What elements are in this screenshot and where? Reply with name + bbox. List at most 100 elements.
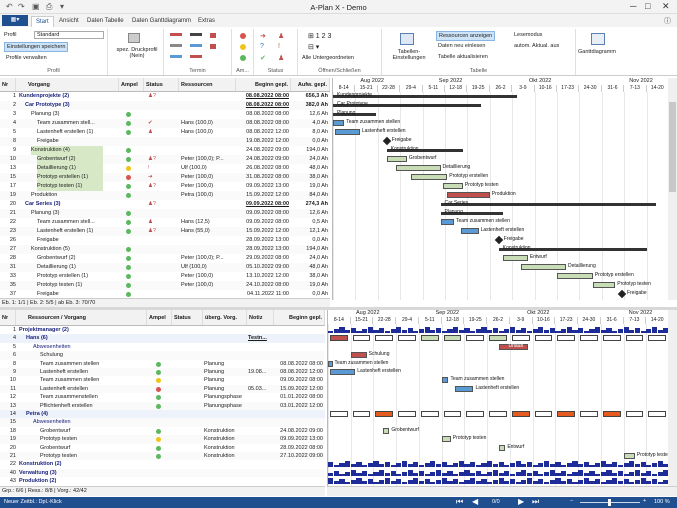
task-bar[interactable] (335, 129, 360, 135)
status-icon[interactable]: ♟? (148, 155, 178, 164)
bottom-row-6[interactable]: 6 Schulung (0, 351, 325, 360)
termin-bar-icon-2[interactable] (190, 33, 202, 36)
top-row-28[interactable]: 28 Grobentwurf (2) Peter (100,0); P... 29.0… (0, 254, 330, 263)
task-bar[interactable] (623, 453, 635, 459)
ampel-dot-icon[interactable] (126, 193, 131, 198)
resource-task-name[interactable]: Team zusammen stellen (40, 376, 137, 384)
resource-task-name[interactable]: Lastenheft erstellen (40, 368, 137, 376)
top-row-21[interactable]: 21 Planung (3) 09.09.2022 08:00 12,6 Ah (0, 209, 330, 218)
task-bar[interactable] (455, 385, 474, 392)
status-check-icon[interactable]: ✔ (260, 54, 266, 62)
ampel-dot-icon[interactable] (156, 403, 161, 409)
tab-ansicht[interactable]: Ansicht (55, 16, 83, 27)
task-name[interactable]: Kundenprojekte (2) (19, 92, 103, 101)
bottom-row-12[interactable]: 12 Team zusammenstellen Planungsphase 01.01… (0, 393, 325, 402)
task-bar[interactable] (333, 120, 345, 126)
task-bar[interactable] (382, 427, 390, 434)
bottom-row-14[interactable]: 14 Petra (4) (0, 410, 325, 419)
top-row-13[interactable]: 13 Detaillierung (1)! Ulf (100,0) 26.08.202… (0, 164, 330, 173)
availability-cell[interactable] (352, 411, 371, 417)
resource-task-name[interactable]: Verwaltung (3) (19, 469, 137, 477)
task-bar[interactable] (441, 377, 449, 384)
resource-task-name[interactable]: Grobentwurf (40, 427, 137, 435)
availability-cell[interactable] (489, 335, 507, 342)
availability-cell[interactable] (375, 335, 394, 342)
task-bar[interactable] (350, 352, 367, 359)
ampel-dot-icon[interactable] (156, 395, 161, 401)
availability-cell[interactable] (466, 411, 485, 417)
tab-daten-gantt[interactable]: Daten Ganttdiagramm (128, 16, 195, 27)
ampel-dot-icon[interactable] (126, 184, 131, 189)
ampel-dot-icon[interactable] (126, 292, 131, 297)
nav-last-icon[interactable]: ⏭ (532, 497, 539, 507)
status-warning-icon[interactable]: ♟ (278, 54, 284, 62)
termin-bar-icon-1[interactable] (170, 33, 182, 36)
resource-task-name[interactable]: Schulung (40, 351, 137, 359)
termin-bar-icon-5[interactable] (170, 55, 182, 58)
col-ampel[interactable]: Ampel (119, 78, 144, 91)
task-name[interactable]: Car Prototype (3) (25, 101, 103, 110)
availability-cell[interactable] (580, 335, 598, 342)
availability-cell[interactable] (375, 411, 394, 417)
task-name[interactable]: Prototyp erstellen (1) (37, 173, 103, 182)
col-beginn-bottom[interactable]: Beginn gepl. (274, 310, 325, 325)
ampel-dot-icon[interactable] (126, 148, 131, 153)
top-row-10[interactable]: 10 Grobentwurf (2) ♟? Peter (100,0); P... 24… (0, 155, 330, 164)
col-resource-task[interactable]: Ressourcen / Vorgang (16, 310, 147, 325)
task-name[interactable]: Prototyp testen (1) (37, 182, 103, 191)
task-bar[interactable] (395, 165, 441, 171)
availability-cell[interactable] (398, 411, 416, 417)
ampel-dot-icon[interactable] (126, 157, 131, 162)
top-gantt-chart[interactable]: Aug 2022 Sep 2022 Okt 2022 Nov 2022 8-14 15-2… (332, 78, 668, 300)
top-row-4[interactable]: 4 Team zusammen stell... ✔ Hans (100,0) 08.0… (0, 119, 330, 128)
ampel-green-icon[interactable] (240, 55, 246, 61)
top-row-20[interactable]: 20 Car Series (3) ♟? 09.09.2022 08:00 274,3 … (0, 200, 330, 209)
ampel-dot-icon[interactable] (156, 454, 161, 459)
top-row-19[interactable]: 19 Produktion Petra (100,0) 15.09.2022 12:0… (0, 191, 330, 200)
bottom-row-15[interactable]: 15 Abwesenheiten (0, 418, 325, 427)
bottom-row-21[interactable]: 21 Prototyp testen Konstruktion 27.10.2022 … (0, 452, 325, 461)
availability-cell[interactable] (580, 411, 598, 417)
ampel-dot-icon[interactable] (156, 378, 161, 384)
task-bar[interactable] (498, 444, 506, 451)
task-name[interactable]: Lastenheft erstellen (1) (37, 128, 103, 137)
availability-cell[interactable] (557, 335, 576, 342)
resource-task-name[interactable]: Hans (6) (26, 334, 137, 342)
availability-cell[interactable] (466, 335, 485, 342)
task-bar[interactable] (460, 228, 479, 234)
bottom-row-5[interactable]: 5 Abwesenheiten (0, 342, 325, 352)
bottom-scrollbar[interactable] (668, 310, 677, 486)
top-scrollbar[interactable] (668, 78, 677, 300)
zoom-slider-thumb[interactable] (608, 499, 611, 506)
task-name[interactable]: Freigabe (37, 236, 103, 245)
status-icon[interactable]: ♟? (148, 227, 178, 236)
col-ressourcen[interactable]: Ressourcen (179, 78, 236, 91)
task-bar[interactable] (440, 219, 454, 225)
top-row-1[interactable]: 1 Kundenprojekte (2) ♟? 08.08.2022 08:00 656… (0, 92, 330, 101)
task-bar[interactable] (328, 360, 333, 367)
tab-extras[interactable]: Extras (194, 16, 219, 27)
gantt-button[interactable]: Ganttdiagramm (578, 49, 616, 55)
ampel-red-icon[interactable] (240, 33, 246, 39)
show-resources-button[interactable]: Ressourcen anzeigen (436, 31, 496, 41)
task-name[interactable]: Freigabe (37, 290, 103, 298)
summary-bar[interactable] (440, 203, 656, 206)
top-row-3[interactable]: 3 Planung (3) 08.08.2022 08:00 12,6 Ah (0, 110, 330, 119)
bottom-row-4[interactable]: 4 Hans (6) Testn... (0, 334, 325, 343)
task-bar[interactable] (447, 192, 490, 198)
bottom-row-18[interactable]: 18 Grobentwurf Konstruktion 24.08.2022 09:0… (0, 426, 325, 436)
task-bar[interactable] (330, 369, 356, 375)
status-icon[interactable]: ✔ (148, 119, 178, 128)
top-row-15[interactable]: 15 Prototyp erstellen (1) ➜ Peter (100,0) 31… (0, 173, 330, 182)
read-mode-button[interactable]: Lesemodus (512, 31, 544, 39)
top-row-35[interactable]: 35 Prototyp testen (1) Peter (100,0) 24.10.… (0, 281, 330, 290)
maximize-icon[interactable]: □ (645, 1, 650, 11)
bottom-row-20[interactable]: 20 Grobentwurf Konstruktion 28.09.2022 08:0… (0, 443, 325, 452)
task-bar[interactable] (503, 255, 528, 261)
ampel-dot-icon[interactable] (126, 166, 131, 171)
table-settings-button[interactable]: Tabellen-Einstellungen (384, 49, 434, 61)
top-row-23[interactable]: 23 Lastenheft erstellen (1) ♟? Hans (55,0) 1… (0, 227, 330, 236)
ampel-dot-icon[interactable] (126, 211, 131, 216)
availability-cell[interactable] (602, 411, 621, 417)
update-table-button[interactable]: Tabelle aktualisieren (436, 53, 490, 61)
